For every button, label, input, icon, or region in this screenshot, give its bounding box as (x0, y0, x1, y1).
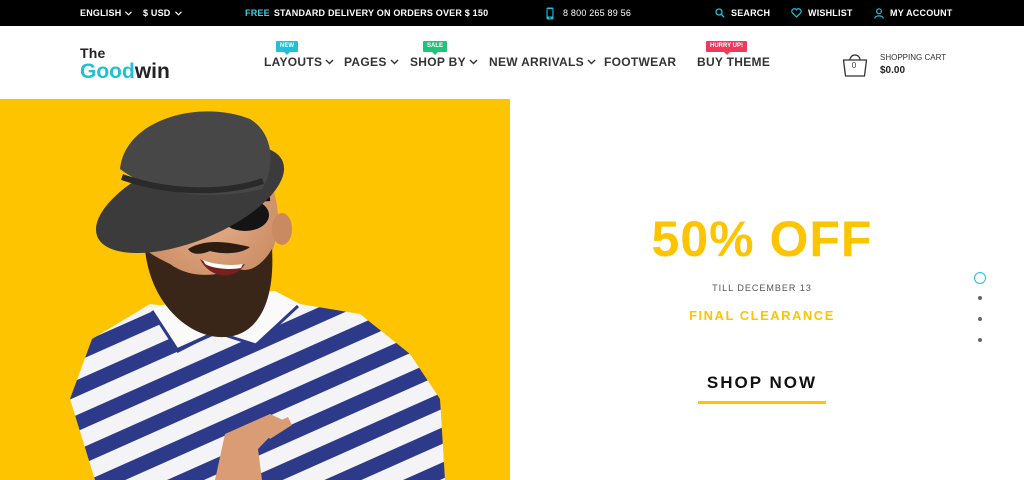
nav-badge-sale: SALE (423, 41, 448, 55)
top-bar: ENGLISH $ USD FREE STANDARD DELIVERY ON … (0, 0, 1024, 26)
logo-good: Good (80, 60, 135, 83)
promo-text: STANDARD DELIVERY ON ORDERS OVER $ 150 (273, 8, 489, 18)
chevron-down-icon (125, 10, 133, 16)
nav-item-pages[interactable]: PAGES (344, 55, 399, 69)
phone-icon (546, 7, 554, 19)
nav-item-new-arrivals[interactable]: NEW ARRIVALS (489, 55, 596, 69)
account-link[interactable]: MY ACCOUNT (874, 0, 953, 26)
chevron-down-icon (325, 59, 334, 65)
shop-now-button[interactable]: SHOP NOW (698, 373, 826, 404)
nav-label-new-arrivals: NEW ARRIVALS (489, 55, 584, 69)
slide-dot-4[interactable] (978, 338, 982, 342)
cart-count: 0 (851, 61, 857, 70)
site-logo[interactable]: The Goodwin (80, 46, 170, 82)
nav-item-layouts[interactable]: LAYOUTS (264, 55, 334, 69)
chevron-down-icon (587, 59, 596, 65)
slide-dot-2[interactable] (978, 296, 982, 300)
nav-badge-hurry-up: HURRY UP! (706, 41, 748, 55)
cart-label: SHOPPING CART (880, 53, 947, 62)
offer-headline: 50% OFF (651, 211, 873, 267)
nav-label-layouts: LAYOUTS (264, 55, 323, 69)
phone-contact[interactable]: 8 800 265 89 56 (546, 0, 631, 26)
slide-dot-1[interactable] (974, 272, 986, 284)
delivery-promo: FREE STANDARD DELIVERY ON ORDERS OVER $ … (245, 0, 488, 26)
slide-dot-3[interactable] (978, 317, 982, 321)
hero-model-photo (70, 111, 445, 480)
wishlist-label: WISHLIST (808, 8, 853, 18)
heart-icon (791, 8, 802, 18)
search-icon (715, 8, 725, 18)
logo-win: win (134, 60, 170, 83)
user-icon (874, 7, 884, 19)
hero-offer-panel: 50% OFF TILL DECEMBER 13 FINAL CLEARANCE… (510, 99, 1024, 480)
offer-date: TILL DECEMBER 13 (712, 283, 812, 293)
wishlist-link[interactable]: WISHLIST (791, 0, 853, 26)
nav-item-shop-by[interactable]: SHOP BY (410, 55, 478, 69)
logo-the: The (80, 45, 106, 61)
main-header: The Goodwin NEW LAYOUTS PAGES SALE SHOP … (0, 26, 1024, 99)
nav-label-buy-theme: BUY THEME (697, 55, 771, 69)
chevron-down-icon (174, 10, 182, 16)
language-selector[interactable]: ENGLISH (80, 0, 133, 26)
nav-item-footwear[interactable]: FOOTWEAR (604, 55, 676, 69)
cart-total: $0.00 (880, 65, 906, 76)
logo-goodwin: Goodwin (80, 61, 170, 82)
nav-label-shop-by: SHOP BY (410, 55, 466, 69)
nav-label-pages: PAGES (344, 55, 387, 69)
nav-label-footwear: FOOTWEAR (604, 55, 677, 69)
currency-selector[interactable]: $ USD (143, 0, 182, 26)
currency-label: $ USD (143, 8, 171, 18)
chevron-down-icon (390, 59, 399, 65)
search-label: SEARCH (731, 8, 771, 18)
account-label: MY ACCOUNT (890, 8, 953, 18)
hero-image (0, 99, 510, 480)
chevron-down-icon (469, 59, 478, 65)
search-link[interactable]: SEARCH (715, 0, 770, 26)
language-label: ENGLISH (80, 8, 122, 18)
nav-item-buy-theme[interactable]: BUY THEME (697, 55, 770, 69)
phone-number: 8 800 265 89 56 (563, 8, 632, 18)
nav-badge-new: NEW (276, 41, 298, 55)
offer-subline: FINAL CLEARANCE (689, 308, 835, 323)
promo-free: FREE (245, 8, 270, 18)
